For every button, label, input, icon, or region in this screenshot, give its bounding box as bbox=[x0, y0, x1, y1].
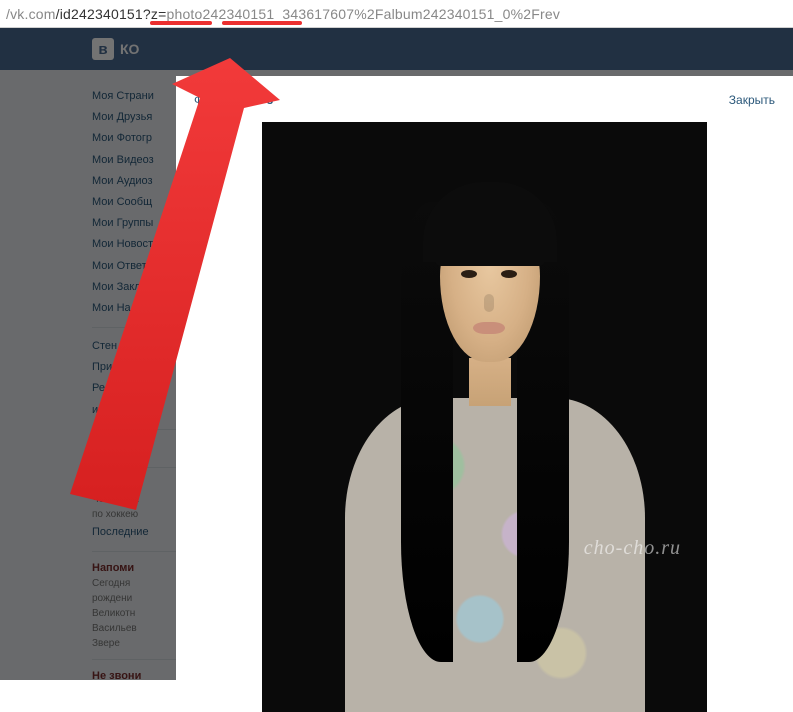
photo-wrap: cho-cho.ru bbox=[194, 122, 775, 712]
photo-viewer-header: Ф 1 из 8 Закрыть bbox=[194, 88, 775, 112]
browser-url-bar[interactable]: /vk.com/id242340151?z=photo242340151_343… bbox=[0, 0, 793, 28]
page-stage: в КО Моя Страни Мои Друзья Мои Фотогр Мо… bbox=[0, 28, 793, 680]
portrait-illustration bbox=[395, 162, 575, 402]
close-button[interactable]: Закрыть bbox=[729, 93, 775, 107]
annotation-underline bbox=[222, 21, 302, 25]
photo[interactable]: cho-cho.ru bbox=[262, 122, 707, 712]
annotation-arrow-icon bbox=[60, 58, 280, 518]
watermark: cho-cho.ru bbox=[584, 537, 681, 560]
annotation-underline bbox=[150, 21, 212, 25]
url-text: /vk.com/id242340151?z=photo242340151_343… bbox=[6, 6, 560, 22]
